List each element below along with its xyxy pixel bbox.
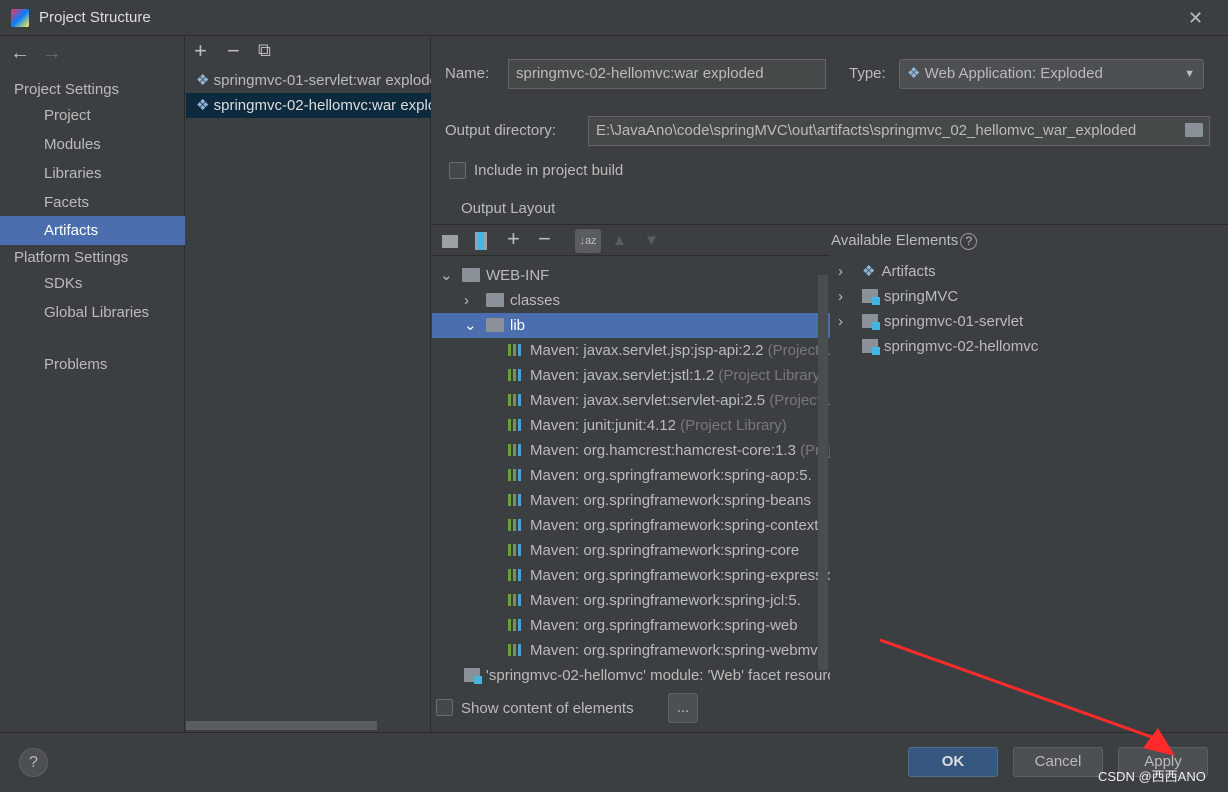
arrow-head (1143, 728, 1175, 756)
arrow-line (879, 638, 1161, 742)
annotation-arrow (879, 638, 1175, 756)
watermark: CSDN @西西ANO (1098, 769, 1206, 784)
